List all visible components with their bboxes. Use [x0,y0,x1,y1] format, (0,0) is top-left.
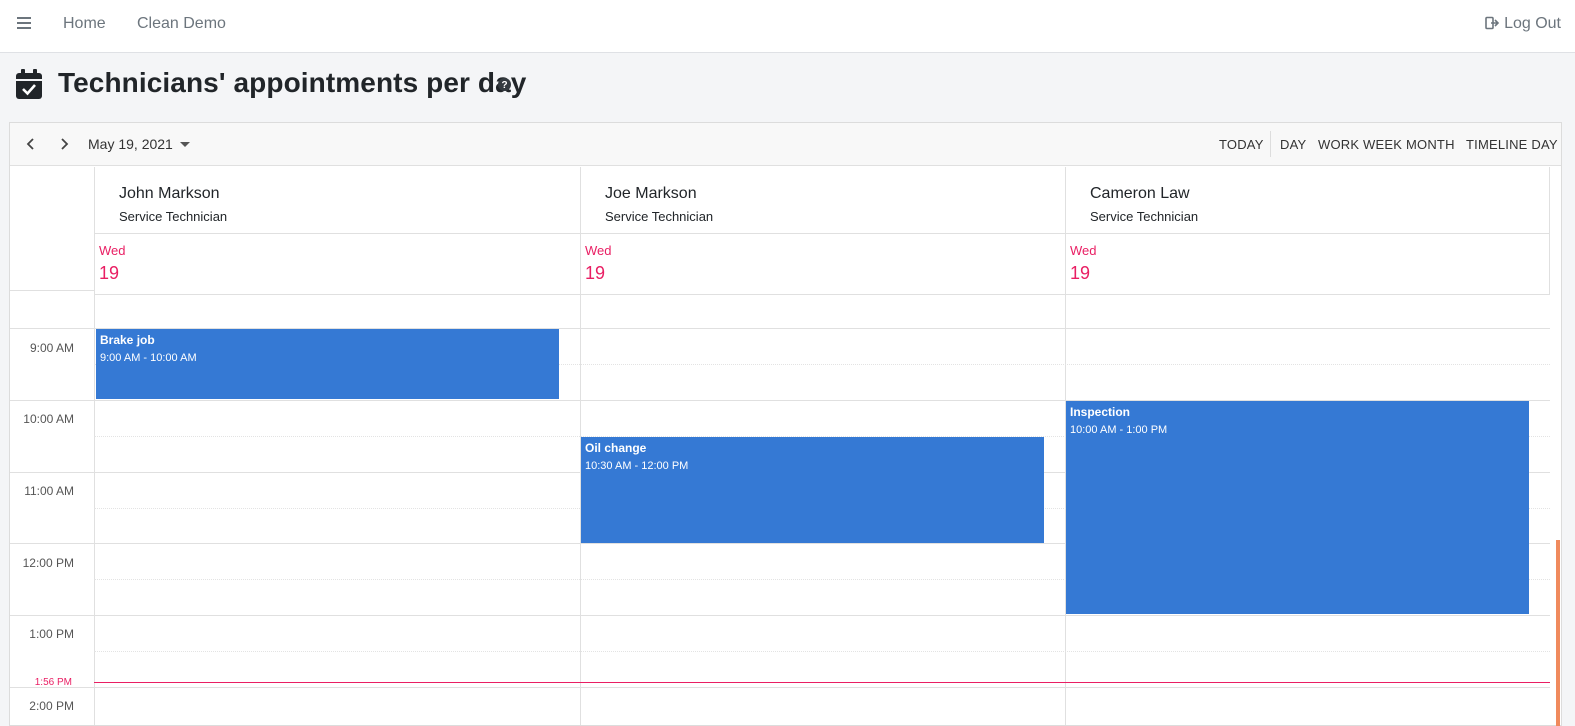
today-button[interactable]: TODAY [1219,137,1264,152]
resource-role: Service Technician [119,209,228,224]
grid-line [10,290,94,291]
time-label: 1:00 PM [29,627,74,641]
appointment-time: 10:30 AM - 12:00 PM [585,460,689,472]
resource-role: Service Technician [605,209,714,224]
resource-name: Joe Markson [605,185,697,202]
day-name: Wed [1070,243,1097,258]
grid-line [10,615,1550,616]
calendar-check-icon [16,69,42,99]
time-label: 9:00 AM [29,341,74,355]
appointment-oil-change[interactable]: Oil change 10:30 AM - 12:00 PM [581,437,1044,543]
day-name: Wed [99,243,126,258]
appointment-title: Oil change [585,441,647,455]
page-title: Technicians' appointments per day [58,67,527,98]
grid-line [1549,167,1550,295]
calendar-grid: John Markson Service Technician Wed 19 J… [10,167,1561,725]
current-time-line [94,682,1550,683]
appointment-title: Brake job [100,333,155,347]
time-label: 2:00 PM [29,699,74,713]
time-label: 10:00 AM [23,412,74,426]
toolbar-divider [1270,131,1271,157]
grid-line [94,233,1550,234]
appointment-inspection[interactable]: Inspection 10:00 AM - 1:00 PM [1066,401,1529,614]
grid-line [94,294,1550,295]
resource-name: John Markson [119,185,220,202]
next-arrow-icon[interactable] [56,136,72,152]
grid-line [94,651,1550,652]
prev-arrow-icon[interactable] [23,136,39,152]
appointment-brake-job[interactable]: Brake job 9:00 AM - 10:00 AM [96,329,559,399]
svg-text:?: ? [501,80,507,91]
help-icon[interactable]: ? [498,78,511,91]
grid-line [94,167,95,725]
day-number[interactable]: 19 [99,263,119,284]
menu-icon[interactable] [17,17,31,31]
view-day-button[interactable]: DAY [1280,137,1306,152]
scrollbar[interactable] [1556,540,1560,726]
view-timeline-day-button[interactable]: TIMELINE DAY [1466,137,1558,152]
day-number[interactable]: 19 [1070,263,1090,284]
grid-line [10,687,1550,688]
nav-clean-demo-link[interactable]: Clean Demo [137,15,226,33]
current-time-label: 1:56 PM [34,677,72,688]
logout-icon [1485,16,1500,30]
date-picker[interactable]: May 19, 2021 [88,136,173,152]
appointment-title: Inspection [1070,405,1131,419]
view-month-button[interactable]: MONTH [1406,137,1455,152]
resource-role: Service Technician [1090,209,1199,224]
resource-name: Cameron Law [1090,185,1190,202]
view-work-week-button[interactable]: WORK WEEK [1318,137,1402,152]
day-name: Wed [585,243,612,258]
chevron-down-icon[interactable] [180,142,190,147]
scheduler: May 19, 2021 TODAY DAY WORK WEEK MONTH T… [9,122,1562,726]
scheduler-toolbar: May 19, 2021 TODAY DAY WORK WEEK MONTH T… [10,123,1561,166]
day-number[interactable]: 19 [585,263,605,284]
time-label: 11:00 AM [24,484,74,498]
logout-label: Log Out [1504,15,1561,32]
top-navbar: Home Clean Demo Log Out [0,0,1575,53]
nav-home-link[interactable]: Home [63,15,106,33]
appointment-time: 10:00 AM - 1:00 PM [1070,424,1168,436]
time-label: 12:00 PM [22,556,74,570]
logout-button[interactable]: Log Out [1485,15,1561,33]
appointment-time: 9:00 AM - 10:00 AM [100,352,197,364]
